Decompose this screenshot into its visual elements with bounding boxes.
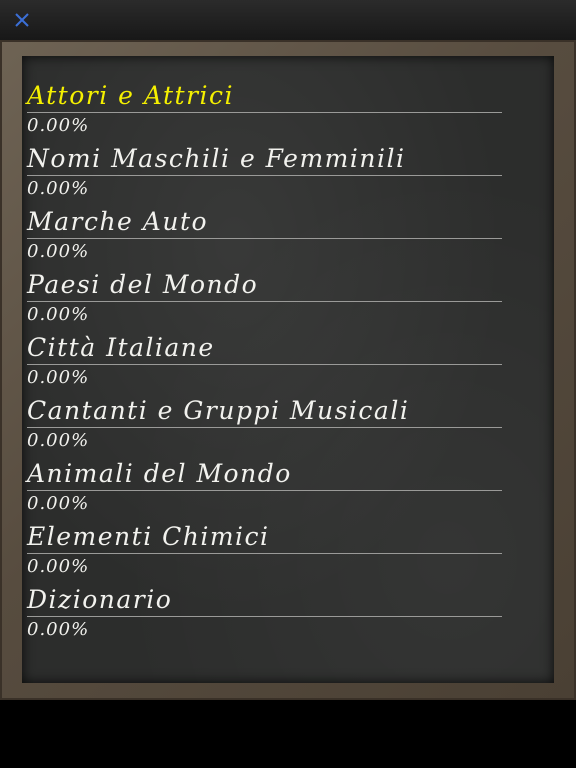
category-item-attori-e-attrici[interactable]: Attori e Attrici 0.00%: [27, 76, 502, 139]
category-item-nomi-maschili-e-femminili[interactable]: Nomi Maschili e Femminili 0.00%: [27, 139, 502, 202]
category-title: Cantanti e Gruppi Musicali: [27, 391, 502, 428]
category-list: Attori e Attrici 0.00% Nomi Maschili e F…: [27, 76, 502, 643]
chalkboard: Attori e Attrici 0.00% Nomi Maschili e F…: [22, 56, 554, 683]
category-item-citta-italiane[interactable]: Città Italiane 0.00%: [27, 328, 502, 391]
category-percent: 0.00%: [27, 556, 90, 577]
category-item-animali-del-mondo[interactable]: Animali del Mondo 0.00%: [27, 454, 502, 517]
category-item-marche-auto[interactable]: Marche Auto 0.00%: [27, 202, 502, 265]
category-percent: 0.00%: [27, 241, 90, 262]
category-percent: 0.00%: [27, 430, 90, 451]
category-title: Città Italiane: [27, 328, 502, 365]
category-title: Marche Auto: [27, 202, 502, 239]
category-item-paesi-del-mondo[interactable]: Paesi del Mondo 0.00%: [27, 265, 502, 328]
close-icon[interactable]: [12, 10, 32, 30]
category-percent: 0.00%: [27, 115, 90, 136]
category-percent: 0.00%: [27, 493, 90, 514]
category-percent: 0.00%: [27, 304, 90, 325]
category-item-cantanti-e-gruppi-musicali[interactable]: Cantanti e Gruppi Musicali 0.00%: [27, 391, 502, 454]
category-title: Paesi del Mondo: [27, 265, 502, 302]
bottom-bar: [0, 700, 576, 768]
category-title: Attori e Attrici: [27, 76, 502, 113]
category-percent: 0.00%: [27, 619, 90, 640]
top-toolbar: [0, 0, 576, 40]
category-title: Dizionario: [27, 580, 502, 617]
category-percent: 0.00%: [27, 178, 90, 199]
category-percent: 0.00%: [27, 367, 90, 388]
category-title: Nomi Maschili e Femminili: [27, 139, 502, 176]
category-item-dizionario[interactable]: Dizionario 0.00%: [27, 580, 502, 643]
category-title: Animali del Mondo: [27, 454, 502, 491]
category-title: Elementi Chimici: [27, 517, 502, 554]
category-item-elementi-chimici[interactable]: Elementi Chimici 0.00%: [27, 517, 502, 580]
